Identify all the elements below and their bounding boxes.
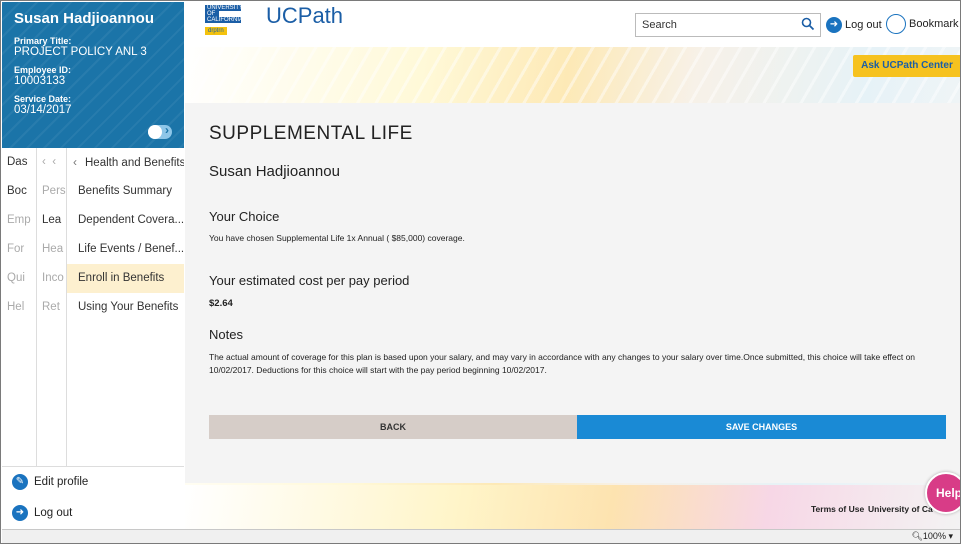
bookmark-button[interactable]: Bookmark xyxy=(886,13,959,37)
logo-badge: drptrn xyxy=(205,27,227,35)
search-icon[interactable] xyxy=(801,17,815,31)
primary-title-label: Primary Title: xyxy=(14,36,72,46)
nav-item-help[interactable]: Hel xyxy=(2,293,36,322)
nav-menu: Das Boc Emp For Qui Hel ‹ ‹ Pers Lea Hea… xyxy=(2,148,184,466)
decorative-banner xyxy=(185,47,960,107)
notes-heading: Notes xyxy=(209,327,243,342)
uc-logo[interactable]: University of California drptrn xyxy=(205,5,261,35)
primary-title-value: PROJECT POLICY ANL 3 xyxy=(14,46,147,58)
nav-item-benefits-summary[interactable]: Benefits Summary xyxy=(67,177,184,206)
nav-item-using-your-benefits[interactable]: Using Your Benefits xyxy=(67,293,184,322)
header-logout-label: Log out xyxy=(845,19,882,31)
nav-item-retirement[interactable]: Ret xyxy=(37,293,66,322)
profile-card: Susan Hadjioannou Primary Title: PROJECT… xyxy=(2,2,184,148)
zoom-icon: 🔍︎ xyxy=(911,531,923,541)
edit-profile-label: Edit profile xyxy=(34,476,89,488)
nav-back-label: Health and Benefits xyxy=(85,157,184,169)
employee-id-label: Employee ID: xyxy=(14,65,72,75)
nav-item-life-events[interactable]: Life Events / Benef... xyxy=(67,235,184,264)
nav-item-health[interactable]: Hea xyxy=(37,235,66,264)
back-button[interactable]: BACK xyxy=(209,415,577,439)
logo-line-california: California xyxy=(205,17,244,23)
nav-item-personal[interactable]: Pers xyxy=(37,177,66,206)
search-input[interactable] xyxy=(636,14,786,36)
nav-item-back-chevron[interactable]: ‹ ‹ xyxy=(37,148,66,177)
nav-column-3: ‹ Health and Benefits Benefits Summary De… xyxy=(66,148,184,466)
nav-column-2: ‹ ‹ Pers Lea Hea Inco Ret xyxy=(36,148,66,466)
sidebar-logout-label: Log out xyxy=(34,507,73,519)
save-changes-button[interactable]: SAVE CHANGES xyxy=(577,415,946,439)
zoom-value: 100% xyxy=(922,531,946,541)
bookmark-icon xyxy=(886,14,906,35)
nav-column-1: Das Boc Emp For Qui Hel xyxy=(2,148,36,466)
page-title: SUPPLEMENTAL LIFE xyxy=(209,123,413,144)
nav-item-forms[interactable]: For xyxy=(2,235,36,264)
sidebar-footer: ✎ Edit profile ➜ Log out xyxy=(2,466,184,528)
zoom-control[interactable]: 🔍︎100% ▾ xyxy=(911,531,953,542)
pencil-icon: ✎ xyxy=(12,473,28,490)
profile-toggle[interactable] xyxy=(148,123,172,139)
chevron-left-icon: ‹ ‹ xyxy=(42,156,57,168)
browser-window: Susan Hadjioannou Primary Title: PROJECT… xyxy=(0,0,961,544)
content-panel: SUPPLEMENTAL LIFE Susan Hadjioannou Your… xyxy=(185,103,960,483)
nav-back-health-and-benefits[interactable]: ‹ Health and Benefits xyxy=(67,148,184,177)
service-date-value: 03/14/2017 xyxy=(14,104,72,116)
nav-item-dependent-coverage[interactable]: Dependent Covera... xyxy=(67,206,184,235)
service-date-label: Service Date: xyxy=(14,94,72,104)
sidebar: Susan Hadjioannou Primary Title: PROJECT… xyxy=(2,2,184,528)
footer: Terms of Use University of Ca xyxy=(185,485,960,529)
ask-ucpath-center-button[interactable]: Ask UCPath Center xyxy=(853,55,960,77)
status-bar: 🔍︎100% ▾ xyxy=(2,529,960,543)
your-choice-heading: Your Choice xyxy=(209,209,280,224)
cost-heading: Your estimated cost per pay period xyxy=(209,273,410,288)
top-header: University of California drptrn UCPath ➜… xyxy=(185,2,960,47)
notes-text: The actual amount of coverage for this p… xyxy=(209,352,916,375)
profile-name: Susan Hadjioannou xyxy=(14,10,155,27)
sidebar-logout-button[interactable]: ➜ Log out xyxy=(2,498,184,529)
nav-item-quick-links[interactable]: Qui xyxy=(2,264,36,293)
chevron-down-icon: ▾ xyxy=(948,531,953,541)
employee-id-value: 10003133 xyxy=(14,75,66,87)
nav-item-income[interactable]: Inco xyxy=(37,264,66,293)
nav-item-dashboard[interactable]: Das xyxy=(2,148,36,177)
your-choice-text: You have chosen Supplemental Life 1x Ann… xyxy=(209,233,465,243)
nav-item-leave[interactable]: Lea xyxy=(37,206,66,235)
edit-profile-button[interactable]: ✎ Edit profile xyxy=(2,467,184,498)
cost-value: $2.64 xyxy=(209,298,233,309)
main-area: Ask UCPath Center SUPPLEMENTAL LIFE Susa… xyxy=(185,47,960,529)
nav-item-body[interactable]: Boc xyxy=(2,177,36,206)
logout-icon: ➜ xyxy=(12,504,28,521)
nav-item-employee[interactable]: Emp xyxy=(2,206,36,235)
help-button[interactable]: Help xyxy=(925,472,960,514)
logout-icon: ➜ xyxy=(826,17,842,34)
search-box xyxy=(635,13,821,37)
chevron-left-icon: ‹ xyxy=(73,155,77,169)
nav-item-enroll-in-benefits[interactable]: Enroll in Benefits xyxy=(67,264,184,293)
app-title[interactable]: UCPath xyxy=(266,3,343,29)
terms-of-use-link[interactable]: Terms of Use xyxy=(811,504,864,514)
bookmark-label: Bookmark xyxy=(909,18,959,30)
person-name: Susan Hadjioannou xyxy=(209,163,340,180)
header-logout-button[interactable]: ➜ Log out xyxy=(826,15,882,35)
